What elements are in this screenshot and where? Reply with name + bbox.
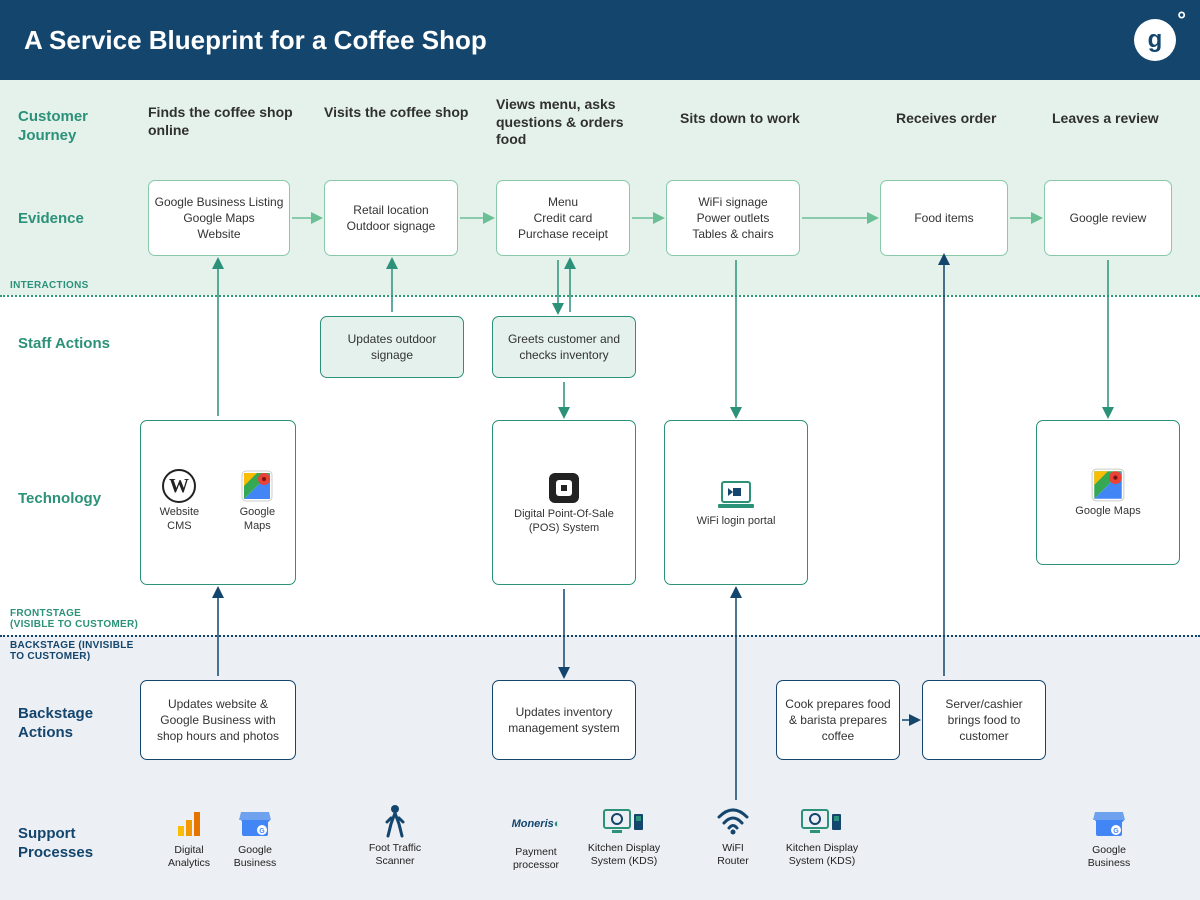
gbusiness-icon-2: G: [1092, 806, 1126, 840]
lane-evidence: Evidence: [18, 210, 128, 229]
support-gbusiness-0-label: Google Business: [226, 844, 284, 869]
staff-2: Greets customer and checks inventory: [492, 316, 636, 378]
support-wifi: WiFI Router: [708, 804, 758, 867]
support-kds-2: Kitchen Display System (KDS): [580, 804, 668, 867]
wifi-icon: [716, 804, 750, 838]
stage-header-5: Leaves a review: [1052, 110, 1182, 128]
page-title: A Service Blueprint for a Coffee Shop: [24, 25, 487, 56]
support-moneris-label: Payment processor: [500, 846, 572, 871]
tech-2: Digital Point-Of-Sale (POS) System: [492, 420, 636, 585]
separator-interactions: [0, 295, 1200, 297]
kds-icon-2: [800, 804, 844, 838]
stage-header-2: Views menu, asks questions & orders food: [496, 96, 656, 149]
gmaps-icon: [240, 468, 274, 504]
header: A Service Blueprint for a Coffee Shop g: [0, 0, 1200, 80]
support-kds-3-label: Kitchen Display System (KDS): [778, 842, 866, 867]
evidence-0: Google Business Listing Google Maps Webs…: [148, 180, 290, 256]
evidence-1: Retail location Outdoor signage: [324, 180, 458, 256]
brand-logo: g: [1134, 19, 1176, 61]
support-gbusiness-5-label: Google Business: [1080, 844, 1138, 869]
stage-header-1: Visits the coffee shop: [324, 104, 474, 122]
lane-support-processes: Support Processes: [18, 825, 128, 863]
stage-header-3: Sits down to work: [680, 110, 830, 128]
lane-customer-journey: Customer Journey: [18, 108, 128, 146]
tech-0: W Website CMS Google Maps: [140, 420, 296, 585]
tech-3: WiFi login portal: [664, 420, 808, 585]
support-moneris: Moneris◐ Payment processor: [500, 808, 572, 871]
staff-1: Updates outdoor signage: [320, 316, 464, 378]
stage-header-4: Receives order: [896, 110, 1026, 128]
svg-text:W: W: [169, 475, 189, 497]
tech-2-label: Digital Point-Of-Sale (POS) System: [504, 508, 624, 534]
tech-5: Google Maps: [1036, 420, 1180, 565]
evidence-4: Food items: [880, 180, 1008, 256]
evidence-5: Google review: [1044, 180, 1172, 256]
diagram-canvas: INTERACTIONS FRONTSTAGE (VISIBLE TO CUST…: [0, 80, 1200, 900]
moneris-icon: Moneris◐: [512, 808, 561, 842]
lane-backstage-actions: Backstage Actions: [18, 705, 128, 743]
gmaps-icon-2: [1090, 467, 1126, 503]
evidence-3: WiFi signage Power outlets Tables & chai…: [666, 180, 800, 256]
tech-0-label-1: Google Maps: [228, 506, 287, 532]
walker-icon: [383, 804, 407, 838]
backstage-4a: Cook prepares food & barista prepares co…: [776, 680, 900, 760]
support-gbusiness-5: G Google Business: [1080, 806, 1138, 869]
support-wifi-label: WiFI Router: [708, 842, 758, 867]
support-kds-3: Kitchen Display System (KDS): [778, 804, 866, 867]
lane-staff-actions: Staff Actions: [18, 335, 128, 354]
evidence-2: Menu Credit card Purchase receipt: [496, 180, 630, 256]
label-interactions: INTERACTIONS: [10, 280, 89, 291]
analytics-icon: [174, 806, 204, 840]
lane-technology: Technology: [18, 490, 128, 509]
tech-0-label-0: Website CMS: [149, 506, 210, 532]
support-analytics-label: Digital Analytics: [160, 844, 218, 869]
support-kds-2-label: Kitchen Display System (KDS): [580, 842, 668, 867]
tech-5-label: Google Maps: [1075, 505, 1140, 518]
label-backstage: BACKSTAGE (INVISIBLE TO CUSTOMER): [10, 640, 134, 662]
separator-visibility: [0, 635, 1200, 637]
tech-3-label: WiFi login portal: [697, 515, 776, 528]
laptop-login-icon: [714, 477, 758, 513]
svg-text:G: G: [259, 828, 265, 835]
support-foot-traffic-label: Foot Traffic Scanner: [360, 842, 430, 867]
backstage-2: Updates inventory management system: [492, 680, 636, 760]
wordpress-icon: W: [162, 468, 196, 504]
backstage-0: Updates website & Google Business with s…: [140, 680, 296, 760]
svg-text:G: G: [1113, 828, 1119, 835]
backstage-4b: Server/cashier brings food to customer: [922, 680, 1046, 760]
square-pos-icon: [546, 470, 582, 506]
label-frontstage: FRONTSTAGE (VISIBLE TO CUSTOMER): [10, 608, 138, 630]
support-analytics: Digital Analytics: [160, 806, 218, 869]
gbusiness-icon: G: [238, 806, 272, 840]
support-gbusiness-0: G Google Business: [226, 806, 284, 869]
kds-icon: [602, 804, 646, 838]
support-foot-traffic: Foot Traffic Scanner: [360, 804, 430, 867]
stage-header-0: Finds the coffee shop online: [148, 104, 298, 139]
